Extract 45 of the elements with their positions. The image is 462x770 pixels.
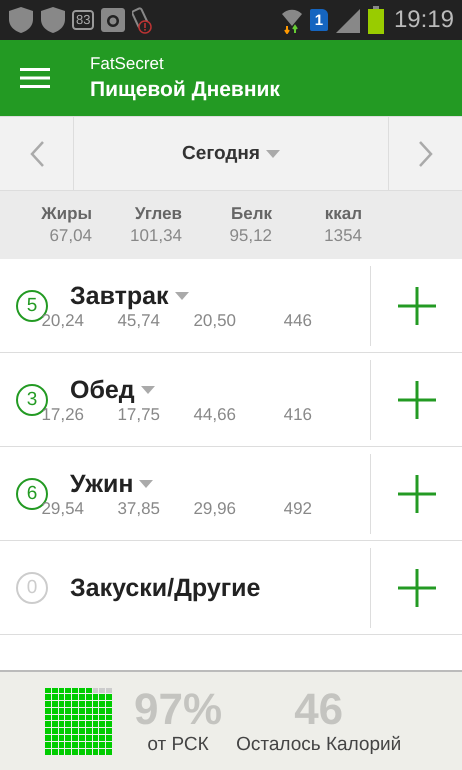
meal-name[interactable]: Обед: [70, 376, 135, 404]
nutrient-value: 492: [282, 498, 313, 518]
menu-button[interactable]: [20, 67, 50, 89]
caret-icon[interactable]: [174, 292, 189, 300]
nutrient-value: 20,50: [192, 310, 237, 330]
total-label: Белк: [231, 204, 272, 224]
nutrient-value: 37,85: [116, 498, 161, 518]
nutrient-value: 44,66: [192, 404, 237, 424]
calories-remaining-label: Осталось Калорий: [236, 734, 402, 756]
total-label: Жиры: [41, 204, 92, 224]
signal-icon: [334, 7, 362, 33]
screen-title: Пищевой Дневник: [90, 78, 280, 102]
meal-name[interactable]: Завтрак: [70, 282, 169, 310]
plus-icon: [398, 475, 436, 513]
clock: 19:19: [394, 6, 454, 34]
meal-name[interactable]: Закуски/Другие: [70, 574, 260, 602]
caret-icon[interactable]: [140, 386, 155, 394]
total-value: 95,12: [229, 226, 272, 246]
meal-name[interactable]: Ужин: [70, 470, 134, 498]
battery-icon: [368, 6, 384, 34]
total-value: 1354: [324, 226, 362, 246]
plus-icon: [398, 287, 436, 325]
caret-icon: [266, 150, 280, 158]
shield-icon: [40, 6, 66, 34]
plus-icon: [398, 381, 436, 419]
total-value: 101,34: [130, 226, 182, 246]
shield-icon: [8, 6, 34, 34]
caret-icon[interactable]: [139, 480, 154, 488]
chevron-left-icon: [28, 140, 44, 168]
app-name: FatSecret: [90, 54, 165, 74]
nutrient-value: 45,74: [116, 310, 161, 330]
total-label: ккал: [324, 204, 362, 224]
nutrient-value: 416: [282, 404, 313, 424]
nutrient-value: 29,96: [192, 498, 237, 518]
rdi-label: от РСК: [147, 734, 209, 756]
total-label: Углев: [134, 204, 182, 224]
camera-icon: [100, 7, 126, 33]
nutrient-value: 17,75: [116, 404, 161, 424]
notification-count: 83: [72, 10, 94, 30]
nutrient-value: 446: [282, 310, 313, 330]
chevron-right-icon: [418, 140, 434, 168]
battery-alert-icon: [132, 6, 154, 34]
sim-icon: 1: [310, 9, 328, 31]
total-value: 67,04: [49, 226, 92, 246]
plus-icon: [398, 569, 436, 607]
